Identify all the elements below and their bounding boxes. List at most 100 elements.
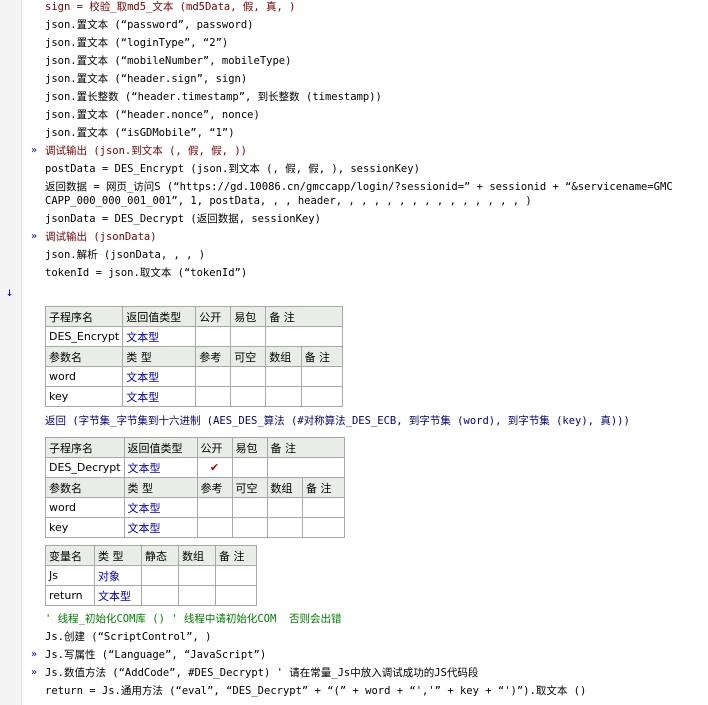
col-header: 易包 — [231, 437, 268, 458]
easy-pack-flag[interactable] — [231, 457, 268, 478]
double-chevron-right-icon: » — [31, 667, 38, 678]
param-cell[interactable] — [301, 497, 345, 518]
variable-cell[interactable] — [141, 585, 179, 606]
col-header: 类 型 — [122, 346, 197, 367]
param-type[interactable]: 文本型 — [122, 386, 197, 407]
variable-cell[interactable] — [215, 585, 257, 606]
col-header: 返回值类型 — [123, 437, 198, 458]
col-header: 公开 — [195, 306, 232, 327]
variable-cell[interactable] — [141, 565, 179, 586]
col-header: 子程序名 — [45, 437, 125, 458]
col-header: 数组 — [265, 346, 302, 367]
param-type[interactable]: 文本型 — [123, 517, 198, 538]
code-line[interactable]: json.置文本 (“header.sign”, sign) — [45, 70, 247, 88]
code-line[interactable]: json.置文本 (“password”, password) — [45, 16, 254, 34]
col-header: 数组 — [178, 545, 216, 566]
param-cell[interactable] — [301, 517, 345, 538]
col-header: 类 型 — [123, 477, 198, 498]
col-header: 静态 — [141, 545, 179, 566]
param-cell[interactable] — [196, 517, 233, 538]
checkmark-icon[interactable]: ✔ — [196, 457, 233, 478]
subroutine-name[interactable]: DES_Decrypt — [45, 457, 125, 478]
code-line[interactable]: json.置长整数 (“header.timestamp”, 到长整数 (tim… — [45, 88, 382, 106]
double-chevron-right-icon: » — [31, 145, 38, 156]
code-line[interactable]: 返回 (字节集_字节集到十六进制 (AES_DES_算法 (#对称算法_DES_… — [45, 412, 630, 430]
code-line[interactable]: json.置文本 (“mobileNumber”, mobileType) — [45, 52, 291, 70]
col-header: 类 型 — [94, 545, 142, 566]
col-header: 备 注 — [266, 437, 345, 458]
code-line[interactable]: CAPP_000_000_001_001”, 1, postData, , , … — [45, 192, 532, 210]
code-line[interactable]: 调试输出 (jsonData) — [45, 228, 157, 246]
code-line[interactable]: json.置文本 (“isGDMobile”, “1”) — [45, 124, 235, 142]
comment-line[interactable]: ' 线程_初始化COM库 () ' 线程中请初始化COM 否则会出错 — [45, 610, 341, 628]
col-header: 参数名 — [45, 477, 125, 498]
code-line[interactable]: Js.创建 (“ScriptControl”, ) — [45, 628, 211, 646]
param-cell[interactable] — [265, 366, 302, 387]
subroutine-table-des-encrypt: 子程序名 返回值类型 公开 易包 备 注 DES_Encrypt 文本型 参数名… — [44, 306, 344, 407]
col-header: 可空 — [230, 346, 267, 367]
col-header: 参考 — [196, 477, 233, 498]
code-line[interactable]: jsonData = DES_Decrypt (返回数据, sessionKey… — [45, 210, 321, 228]
col-header: 可空 — [231, 477, 268, 498]
code-line[interactable]: return = Js.通用方法 (“eval”, “DES_Decrypt” … — [45, 682, 586, 700]
down-arrow-icon[interactable]: ↓ — [6, 283, 13, 301]
code-line[interactable]: Js.写属性 (“Language”, “JavaScript”) — [45, 646, 266, 664]
public-flag[interactable] — [195, 326, 232, 347]
param-type[interactable]: 文本型 — [122, 366, 197, 387]
col-header: 备 注 — [265, 306, 344, 327]
variable-name[interactable]: Js — [45, 565, 95, 586]
col-header: 返回值类型 — [122, 306, 197, 327]
param-name[interactable]: word — [44, 366, 124, 387]
param-cell[interactable] — [230, 366, 267, 387]
subroutine-name[interactable]: DES_Encrypt — [44, 326, 124, 347]
param-name[interactable]: word — [45, 497, 125, 518]
subroutine-table-des-decrypt: 子程序名 返回值类型 公开 易包 备 注 DES_Decrypt 文本型 ✔ 参… — [45, 437, 345, 538]
param-cell[interactable] — [195, 386, 232, 407]
param-cell[interactable] — [231, 517, 268, 538]
col-header: 易包 — [230, 306, 267, 327]
col-header: 数组 — [266, 477, 303, 498]
col-header: 参数名 — [44, 346, 124, 367]
variable-type[interactable]: 文本型 — [94, 585, 142, 606]
col-header: 备 注 — [301, 477, 345, 498]
code-line[interactable]: 调试输出 (json.到文本 (, 假, 假, )) — [45, 142, 247, 160]
code-line[interactable]: json.置文本 (“header.nonce”, nonce) — [45, 106, 260, 124]
param-type[interactable]: 文本型 — [123, 497, 198, 518]
param-cell[interactable] — [300, 366, 344, 387]
col-header: 备 注 — [300, 346, 344, 367]
remark-cell[interactable] — [265, 326, 344, 347]
code-line[interactable]: json.置文本 (“loginType”, “2”) — [45, 34, 228, 52]
col-header: 变量名 — [45, 545, 95, 566]
return-type[interactable]: 文本型 — [123, 457, 198, 478]
param-cell[interactable] — [195, 366, 232, 387]
param-cell[interactable] — [266, 517, 303, 538]
code-line[interactable]: postData = DES_Encrypt (json.到文本 (, 假, 假… — [45, 160, 420, 178]
col-header: 公开 — [196, 437, 233, 458]
return-type[interactable]: 文本型 — [122, 326, 197, 347]
param-cell[interactable] — [196, 497, 233, 518]
variable-cell[interactable] — [178, 585, 216, 606]
param-cell[interactable] — [266, 497, 303, 518]
param-cell[interactable] — [300, 386, 344, 407]
double-chevron-right-icon: » — [31, 649, 38, 660]
code-line[interactable]: Js.数值方法 (“AddCode”, #DES_Decrypt) ' 请在常量… — [45, 664, 478, 682]
easy-pack-flag[interactable] — [230, 326, 267, 347]
code-line[interactable]: json.解析 (jsonData, , , ) — [45, 246, 205, 264]
local-variables-table: 变量名 类 型 静态 数组 备 注 Js 对象 return 文本型 — [45, 545, 257, 606]
param-cell[interactable] — [265, 386, 302, 407]
col-header: 参考 — [195, 346, 232, 367]
editor-gutter — [0, 0, 22, 705]
variable-cell[interactable] — [178, 565, 216, 586]
col-header: 子程序名 — [44, 306, 124, 327]
variable-cell[interactable] — [215, 565, 257, 586]
double-chevron-right-icon: » — [31, 231, 38, 242]
param-name[interactable]: key — [45, 517, 125, 538]
remark-cell[interactable] — [266, 457, 345, 478]
param-cell[interactable] — [230, 386, 267, 407]
code-line[interactable]: tokenId = json.取文本 (“tokenId”) — [45, 264, 247, 282]
variable-name[interactable]: return — [45, 585, 95, 606]
param-name[interactable]: key — [44, 386, 124, 407]
variable-type[interactable]: 对象 — [94, 565, 142, 586]
param-cell[interactable] — [231, 497, 268, 518]
code-line[interactable]: sign = 校验_取md5_文本 (md5Data, 假, 真, ) — [45, 0, 296, 16]
